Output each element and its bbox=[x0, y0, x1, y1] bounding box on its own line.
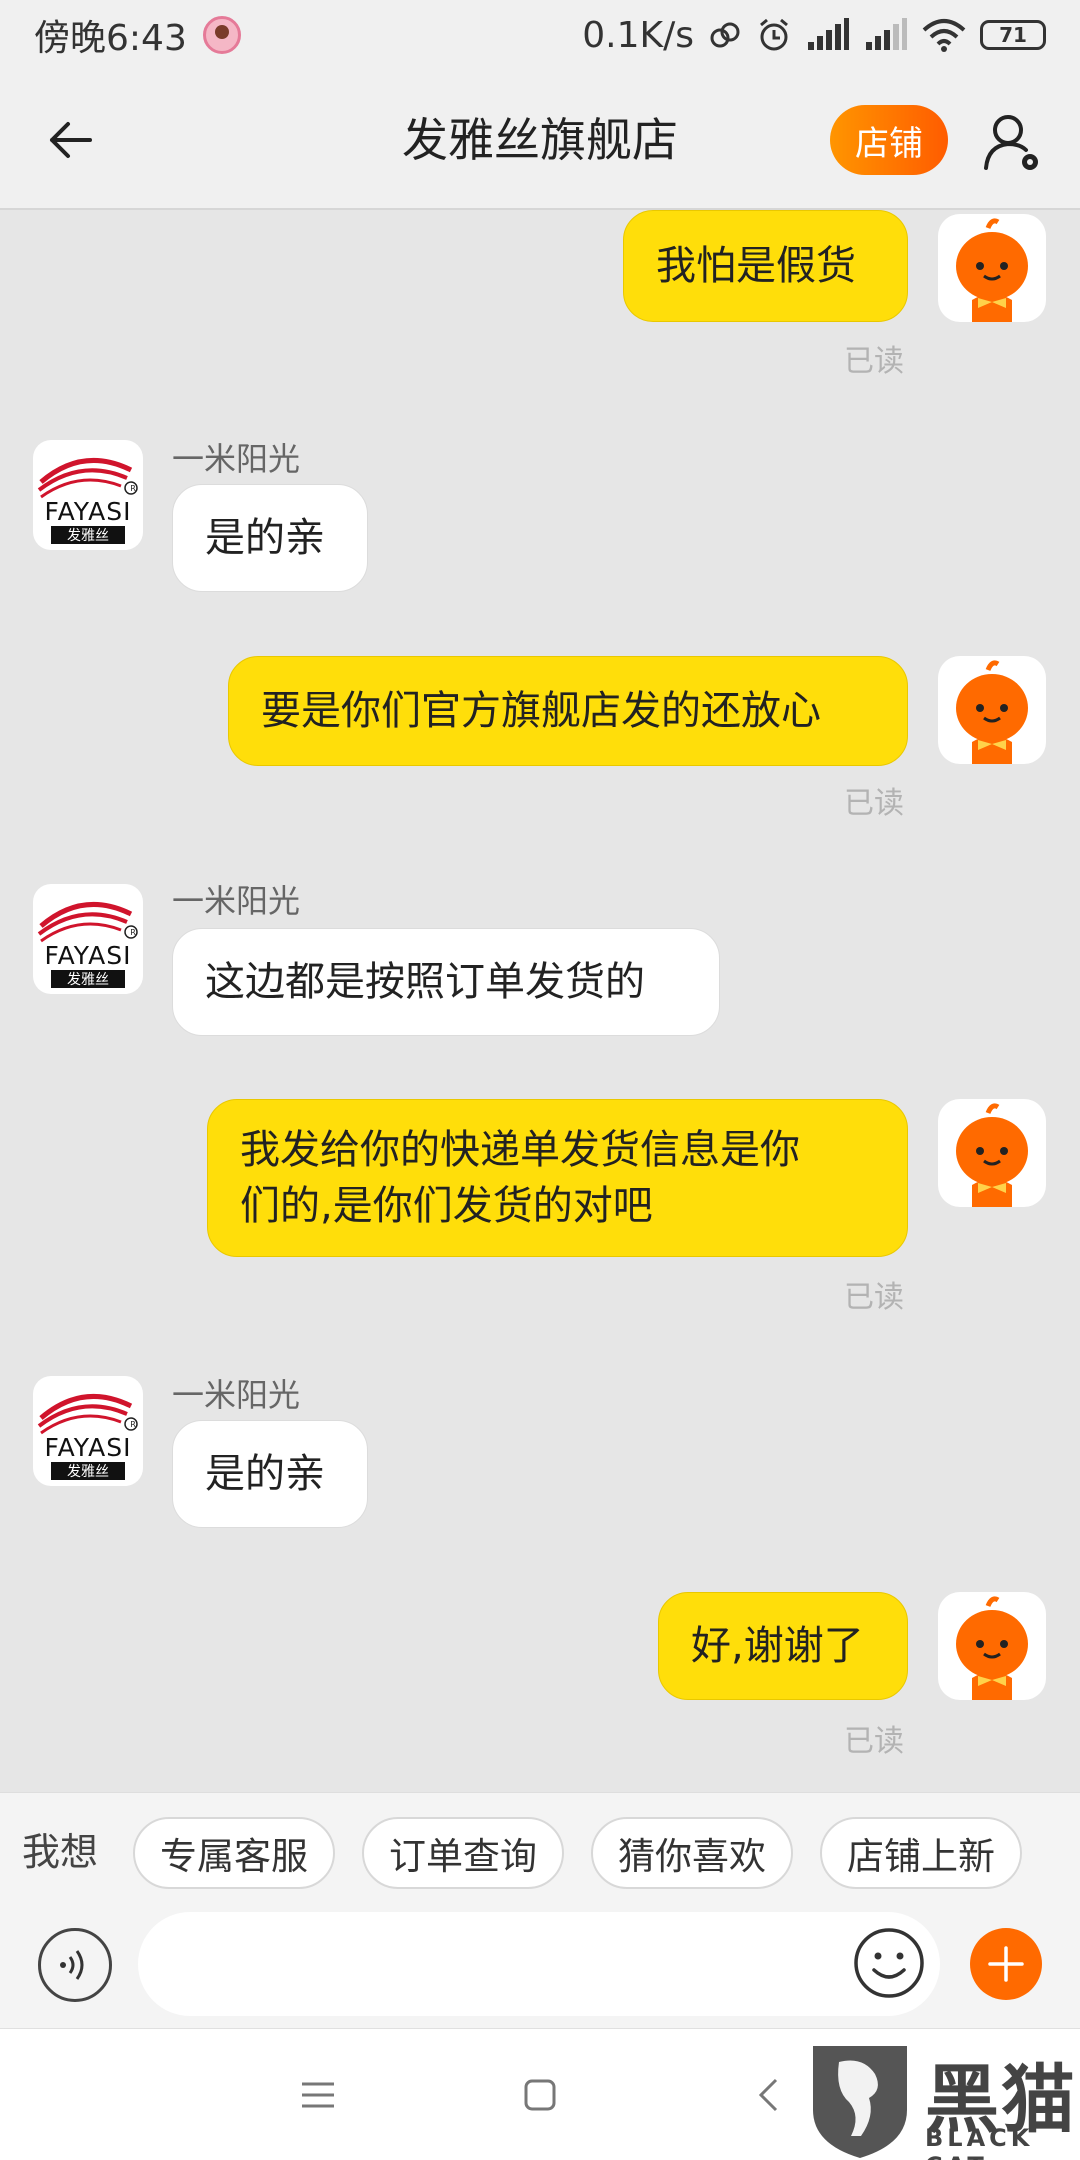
mascot-avatar-icon bbox=[956, 660, 1028, 764]
status-bar: 傍晚6:43 0.1K/s 71 bbox=[0, 0, 1080, 70]
shop-button[interactable]: 店铺 bbox=[830, 105, 948, 175]
quick-reply-chip[interactable]: 猜你喜欢 bbox=[591, 1817, 793, 1889]
shop-avatar[interactable]: R FAYASI 发雅丝 bbox=[33, 884, 143, 994]
black-cat-shield-icon bbox=[813, 2046, 907, 2158]
status-time: 傍晚6:43 bbox=[34, 18, 187, 59]
user-settings-button[interactable] bbox=[980, 110, 1044, 174]
quick-reply-chip[interactable]: 订单查询 bbox=[362, 1817, 564, 1889]
my-message-bubble[interactable]: 好,谢谢了 bbox=[658, 1592, 908, 1700]
mascot-avatar-icon bbox=[956, 1103, 1028, 1207]
message-line: 我发给你的快递单发货信息是你 bbox=[240, 1127, 800, 1173]
battery-indicator: 71 bbox=[980, 20, 1046, 50]
svg-text:FAYASI: FAYASI bbox=[45, 1433, 132, 1462]
sender-name: 一米阳光 bbox=[172, 1376, 301, 1414]
voice-button[interactable] bbox=[38, 1928, 112, 2002]
svg-text:FAYASI: FAYASI bbox=[45, 497, 132, 526]
my-message-bubble[interactable]: 我怕是假货 bbox=[623, 210, 908, 322]
my-message-bubble[interactable]: 要是你们官方旗舰店发的还放心 bbox=[228, 656, 908, 766]
network-speed: 0.1K/s bbox=[582, 14, 694, 56]
fayasi-logo-icon: R FAYASI 发雅丝 bbox=[37, 457, 138, 544]
shop-avatar[interactable]: R FAYASI 发雅丝 bbox=[33, 440, 143, 550]
plus-icon bbox=[988, 1946, 1024, 1982]
svg-text:FAYASI: FAYASI bbox=[45, 941, 132, 970]
read-status: 已读 bbox=[844, 1280, 904, 1315]
svg-text:发雅丝: 发雅丝 bbox=[67, 528, 109, 544]
shop-message-bubble[interactable]: 是的亲 bbox=[172, 484, 368, 592]
shop-message-bubble[interactable]: 是的亲 bbox=[172, 1420, 368, 1528]
quick-reply-label: 我想 bbox=[22, 1830, 99, 1874]
chat-header: 发雅丝旗舰店 店铺 bbox=[0, 70, 1080, 210]
menu-button[interactable] bbox=[288, 2065, 348, 2125]
svg-text:R: R bbox=[130, 484, 136, 493]
notification-avatar-icon bbox=[202, 16, 241, 54]
more-options-button[interactable] bbox=[970, 1928, 1042, 2000]
svg-text:R: R bbox=[130, 1420, 136, 1429]
my-avatar[interactable] bbox=[938, 1592, 1046, 1700]
my-avatar[interactable] bbox=[938, 214, 1046, 322]
nav-back-button[interactable] bbox=[738, 2065, 798, 2125]
watermark-subtext: BLACK CAT bbox=[925, 2124, 1034, 2160]
quick-reply-chip[interactable]: 专属客服 bbox=[133, 1817, 335, 1889]
svg-text:发雅丝: 发雅丝 bbox=[67, 1464, 109, 1480]
svg-text:R: R bbox=[130, 928, 136, 937]
home-square-icon bbox=[524, 2079, 556, 2111]
quick-reply-bar: 我想 专属客服 订单查询 猜你喜欢 店铺上新 bbox=[0, 1792, 1080, 1904]
menu-icon bbox=[302, 2082, 334, 2108]
message-line: 们的,是你们发货的对吧 bbox=[240, 1183, 653, 1229]
shop-avatar[interactable]: R FAYASI 发雅丝 bbox=[33, 1376, 143, 1486]
fayasi-logo-icon: R FAYASI 发雅丝 bbox=[37, 1393, 138, 1480]
mascot-avatar-icon bbox=[956, 218, 1028, 322]
back-button[interactable] bbox=[40, 110, 100, 170]
voice-icon bbox=[60, 1950, 84, 1980]
my-avatar[interactable] bbox=[938, 656, 1046, 764]
emoji-button[interactable] bbox=[852, 1926, 926, 2000]
read-status: 已读 bbox=[844, 1724, 904, 1759]
signal-icon bbox=[806, 18, 850, 52]
chevron-left-icon bbox=[758, 2078, 778, 2112]
mascot-avatar-icon bbox=[956, 1596, 1028, 1700]
my-avatar[interactable] bbox=[938, 1099, 1046, 1207]
svg-text:发雅丝: 发雅丝 bbox=[67, 972, 109, 988]
read-status: 已读 bbox=[844, 344, 904, 379]
sender-name: 一米阳光 bbox=[172, 882, 301, 920]
shop-message-bubble[interactable]: 这边都是按照订单发货的 bbox=[172, 928, 720, 1036]
link-icon bbox=[708, 18, 742, 52]
read-status: 已读 bbox=[844, 786, 904, 821]
smiley-icon bbox=[854, 1928, 924, 1998]
quick-reply-chip[interactable]: 店铺上新 bbox=[820, 1817, 1022, 1889]
signal-icon-2 bbox=[864, 18, 908, 52]
input-bar bbox=[0, 1904, 1080, 2028]
user-settings-icon bbox=[984, 115, 1038, 170]
fayasi-logo-icon: R FAYASI 发雅丝 bbox=[37, 901, 138, 988]
my-message-bubble[interactable]: 我发给你的快递单发货信息是你 们的,是你们发货的对吧 bbox=[207, 1099, 908, 1257]
black-cat-watermark: 黑猫 BLACK CAT bbox=[805, 2040, 1080, 2160]
home-button[interactable] bbox=[510, 2065, 570, 2125]
status-indicators: 0.1K/s 71 bbox=[582, 15, 1046, 56]
wifi-icon bbox=[922, 18, 966, 52]
alarm-icon bbox=[756, 17, 792, 53]
sender-name: 一米阳光 bbox=[172, 440, 301, 478]
message-input[interactable] bbox=[138, 1912, 940, 2016]
back-arrow-icon bbox=[50, 122, 92, 158]
